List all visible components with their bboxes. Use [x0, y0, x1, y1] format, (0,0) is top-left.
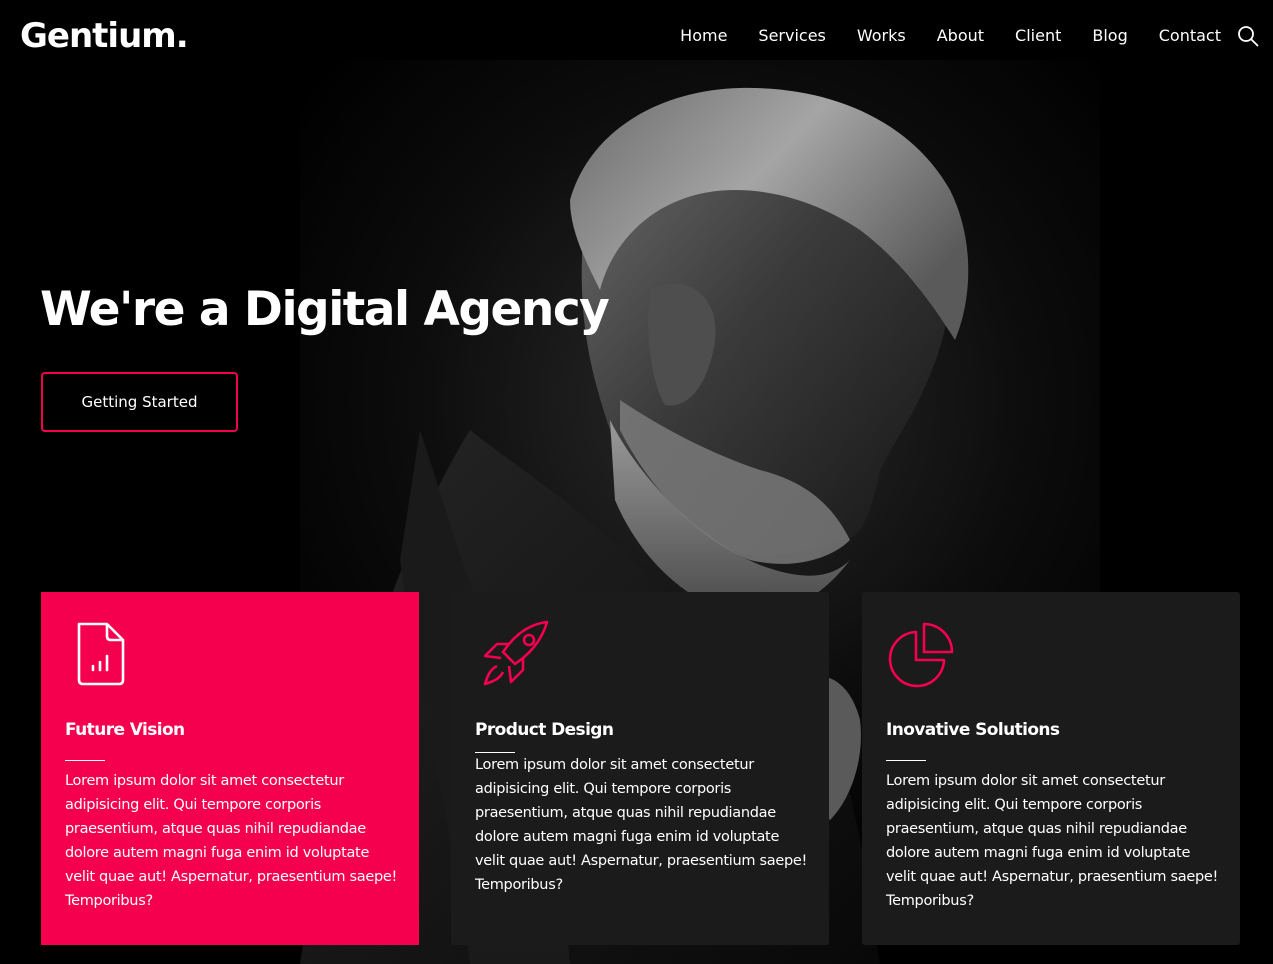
feature-card-product-design[interactable]: Product Design Lorem ipsum dolor sit ame… [451, 592, 829, 945]
search-icon [1238, 26, 1259, 47]
feature-title: Product Design [475, 720, 614, 740]
feature-title: Future Vision [65, 720, 185, 740]
brand-logo[interactable]: Gentium. [20, 14, 189, 58]
feature-description: Lorem ipsum dolor sit amet consectetur a… [886, 773, 1219, 909]
nav-item-contact[interactable]: Contact [1159, 25, 1221, 47]
hero-title: We're a Digital Agency [40, 282, 610, 337]
nav-item-blog[interactable]: Blog [1092, 25, 1127, 47]
main-nav: Home Services Works About Client Blog Co… [649, 25, 1221, 47]
feature-card-future-vision[interactable]: Future Vision Lorem ipsum dolor sit amet… [41, 592, 419, 945]
pie-chart-icon [888, 622, 954, 688]
search-button[interactable] [1237, 25, 1259, 47]
getting-started-button[interactable]: Getting Started [41, 372, 238, 432]
nav-item-client[interactable]: Client [1015, 25, 1061, 47]
title-divider [65, 760, 105, 761]
site-header: Gentium. Home Services Works About Clien… [0, 0, 1273, 74]
feature-title: Inovative Solutions [886, 720, 1060, 740]
page: Gentium. Home Services Works About Clien… [0, 0, 1273, 964]
rocket-icon [483, 620, 549, 686]
nav-item-about[interactable]: About [937, 25, 984, 47]
feature-card-inovative-solutions[interactable]: Inovative Solutions Lorem ipsum dolor si… [862, 592, 1240, 945]
nav-item-home[interactable]: Home [680, 25, 727, 47]
document-chart-icon [77, 622, 125, 686]
nav-item-services[interactable]: Services [758, 25, 825, 47]
title-divider [886, 760, 926, 761]
feature-description: Lorem ipsum dolor sit amet consectetur a… [475, 757, 808, 893]
feature-description: Lorem ipsum dolor sit amet consectetur a… [65, 773, 398, 909]
nav-item-works[interactable]: Works [857, 25, 906, 47]
